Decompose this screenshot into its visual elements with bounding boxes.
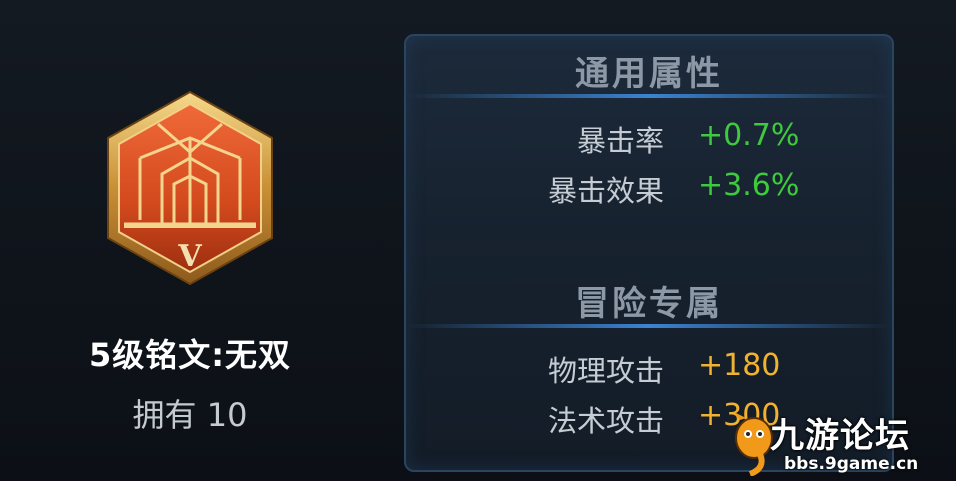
watermark-site-name: 九游论坛 <box>770 416 910 456</box>
badge-tier: V <box>177 239 202 274</box>
rune-info: V 5级铭文:无双 拥有 10 <box>0 0 380 481</box>
stat-label: 暴击效果 <box>547 174 664 208</box>
title-divider <box>406 324 892 328</box>
stat-label: 法术攻击 <box>547 404 664 438</box>
owned-count: 拥有 10 <box>132 396 248 434</box>
stat-value: +180 <box>698 348 781 383</box>
stat-label: 物理攻击 <box>547 354 664 388</box>
hexagon-rune-badge-icon: V <box>107 90 273 286</box>
watermark-url[interactable]: bbs.9game.cn <box>784 454 918 474</box>
stat-value: +3.6% <box>698 168 800 203</box>
title-divider <box>406 94 892 98</box>
rune-name: 5级铭文:无双 <box>88 336 292 374</box>
adventure-attributes-title: 冒险专属 <box>575 284 723 324</box>
watermark: 九游论坛 bbs.9game.cn <box>730 402 956 481</box>
general-attributes-title: 通用属性 <box>575 54 723 94</box>
stat-label: 暴击率 <box>576 124 664 158</box>
stat-value: +0.7% <box>698 118 800 153</box>
